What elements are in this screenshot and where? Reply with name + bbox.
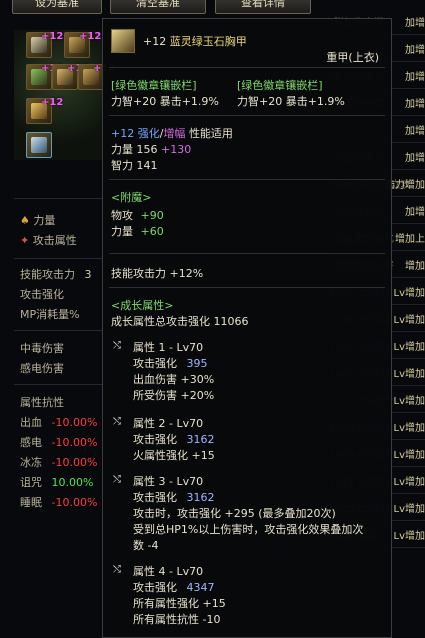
comparison-row-value: Lv增加 <box>393 315 425 326</box>
attribute-title: 属性 2 - Lv70 <box>133 417 204 430</box>
comparison-row-value: 加增 <box>405 207 425 218</box>
attack-attribute-row: ✦ 攻击属性 <box>20 234 77 247</box>
attribute-enhance: 攻击强化 3162 <box>133 491 215 504</box>
resist-row: 出血 -10.00% <box>20 416 98 429</box>
comparison-row-value: 增加 <box>405 261 425 272</box>
enchant-line: 力量 +60 <box>111 225 164 238</box>
divider <box>14 258 110 259</box>
divider <box>109 115 385 116</box>
divider <box>109 253 385 254</box>
attack-enhance-row: 攻击强化 <box>20 288 64 301</box>
item-tooltip: +12 蓝灵绿玉石胸甲 重甲(上衣) [绿色徽章镶嵌栏] 力智+20 暴击+1.… <box>102 18 392 638</box>
clear-baseline-button[interactable]: 清空基准 <box>110 0 206 14</box>
attribute-line: 出血伤害 +30% <box>133 373 215 386</box>
equipment-slot[interactable]: +12 <box>64 31 101 58</box>
emblem-slot-stats: 力智+20 暴击+1.9% <box>237 95 345 108</box>
growth-total: 成长属性总攻击强化 11066 <box>111 315 249 328</box>
resist-row: 感电 -10.00% <box>20 436 98 449</box>
attribute-line: 所受伤害 +20% <box>133 389 215 402</box>
comparison-row-value: Lv增加 <box>393 423 425 434</box>
attribute-title: 属性 4 - Lv70 <box>133 565 204 578</box>
title-slot[interactable] <box>26 132 52 158</box>
attribute-line: 攻击时，攻击强化 +295 (最多叠加20次) <box>133 507 336 520</box>
shuffle-icon: ⤭ <box>113 564 121 575</box>
shuffle-icon: ⤭ <box>113 474 121 485</box>
comparison-row-value: Lv增加 <box>393 288 425 299</box>
comparison-row-value: Lv增加 <box>393 396 425 407</box>
comparison-row-value: Lv增加 <box>393 369 425 380</box>
skill-attack-line: 技能攻击力 +12% <box>111 267 204 280</box>
divider <box>14 330 110 331</box>
comparison-row-value: Lv增加 <box>393 531 425 542</box>
enchant-line: 物攻 +90 <box>111 209 164 222</box>
comparison-row-value: 增加上 <box>395 234 425 245</box>
mp-cost-row: MP消耗量% <box>20 308 80 321</box>
attribute-title: 属性 3 - Lv70 <box>133 475 204 488</box>
comparison-row-value: 加增 <box>405 72 425 83</box>
comparison-row-value: Lv增加 <box>393 477 425 488</box>
view-details-button[interactable]: 查看详情 <box>215 0 311 14</box>
power-row: ♠ 力量 <box>20 214 56 227</box>
poison-damage-row: 中毒伤害 <box>20 342 64 355</box>
comparison-row-value: 加增 <box>405 126 425 137</box>
shock-damage-row: 感电伤害 <box>20 362 64 375</box>
divider <box>109 67 385 68</box>
equipment-slot[interactable]: +12 <box>52 63 89 90</box>
shuffle-icon: ⤭ <box>113 416 121 427</box>
resist-row: 冰冻 -10.00% <box>20 456 98 469</box>
attribute-enhance: 攻击强化 4347 <box>133 581 215 594</box>
power-line: 力量 156 +130 <box>111 143 192 156</box>
power-icon: ♠ <box>20 214 30 227</box>
divider <box>14 198 110 199</box>
attribute-line: 所有属性抗性 -10 <box>133 613 221 626</box>
emblem-slot-stats: 力智+20 暴击+1.9% <box>111 95 219 108</box>
shuffle-icon: ⤭ <box>113 340 121 351</box>
equipment-slot[interactable]: +12 <box>78 63 115 90</box>
comparison-row-value: Lv增加 <box>393 450 425 461</box>
equipment-slot[interactable]: +12 <box>26 97 63 124</box>
attribute-line: 受到总HP1%以上伤害时，攻击强化效果叠加次 <box>133 523 364 536</box>
equipment-slot[interactable]: +12 <box>26 63 63 90</box>
attribute-title: 属性 1 - Lv70 <box>133 341 204 354</box>
attribute-line: 所有属性强化 +15 <box>133 597 226 610</box>
divider <box>14 384 110 385</box>
attribute-enhance: 攻击强化 395 <box>133 357 208 370</box>
resist-title: 属性抗性 <box>20 396 64 409</box>
resist-row: 睡眠 -10.00% <box>20 496 98 509</box>
attribute-enhance: 攻击强化 3162 <box>133 433 215 446</box>
enhance-line: +12 强化/增幅 性能适用 <box>111 127 233 140</box>
enchant-title: <附魔> <box>111 191 152 204</box>
growth-title: <成长属性> <box>111 299 174 312</box>
comparison-row-value: 加增 <box>405 153 425 164</box>
attack-attribute-icon: ✦ <box>20 234 30 247</box>
item-type: 重甲(上衣) <box>326 51 379 64</box>
set-baseline-button[interactable]: 设为基准 <box>12 0 102 14</box>
comparison-row-value: 加增 <box>405 18 425 29</box>
comparison-row-value: Lv增加 <box>393 504 425 515</box>
emblem-slot-name: [绿色徽章镶嵌栏] <box>237 79 323 92</box>
resist-row: 诅咒 10.00% <box>20 476 94 489</box>
attribute-line: 火属性强化 +15 <box>133 449 215 462</box>
divider <box>109 179 385 180</box>
emblem-slot-name: [绿色徽章镶嵌栏] <box>111 79 197 92</box>
intelligence-line: 智力 141 <box>111 159 158 172</box>
equipment-slot[interactable]: +12 <box>26 31 63 58</box>
comparison-row-value: Lv增加 <box>393 342 425 353</box>
attribute-line: 数 -4 <box>133 539 159 552</box>
chest-armor-icon <box>111 29 135 53</box>
item-title: +12 蓝灵绿玉石胸甲 <box>143 35 247 48</box>
skill-attack-row: 技能攻击力 3 <box>20 268 92 281</box>
comparison-row-value: 加增 <box>405 45 425 56</box>
divider <box>109 287 385 288</box>
comparison-row-value: 加增 <box>405 99 425 110</box>
